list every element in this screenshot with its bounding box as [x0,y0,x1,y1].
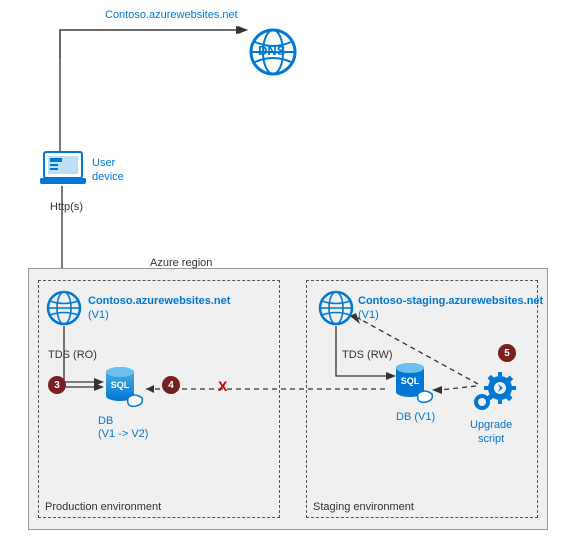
prod-db-version: (V1 -> V2) [98,427,148,441]
staging-env-label: Staging environment [313,501,414,513]
staging-app-name: Contoso-staging.azurewebsites.net [358,294,543,308]
arrow-step3 [66,382,106,392]
prod-webapp-icon [46,290,82,326]
step-badge-3: 3 [48,376,66,394]
dns-label: DNS [258,43,285,60]
http-label: Http(s) [50,200,83,214]
upgrade-script-label: Upgrade script [470,418,512,447]
user-device-label: User device [92,156,124,185]
prod-app-name: Contoso.azurewebsites.net [88,294,230,308]
staging-db-label: DB (V1) [396,410,435,424]
step-badge-5: 5 [498,344,516,362]
arrow-user-to-dns-path [50,20,250,160]
prod-app-version: (V1) [88,308,109,322]
staging-webapp-icon [318,290,354,326]
user-device-icon [40,150,86,186]
production-env-label: Production environment [45,501,161,513]
prod-db-icon: SQL [104,366,146,410]
arrow-upgrade-to-db [432,380,482,398]
azure-region-title: Azure region [150,256,212,270]
x-mark: X [218,378,227,394]
svg-text:SQL: SQL [111,380,130,390]
tds-ro-label: TDS (RO) [48,348,97,362]
